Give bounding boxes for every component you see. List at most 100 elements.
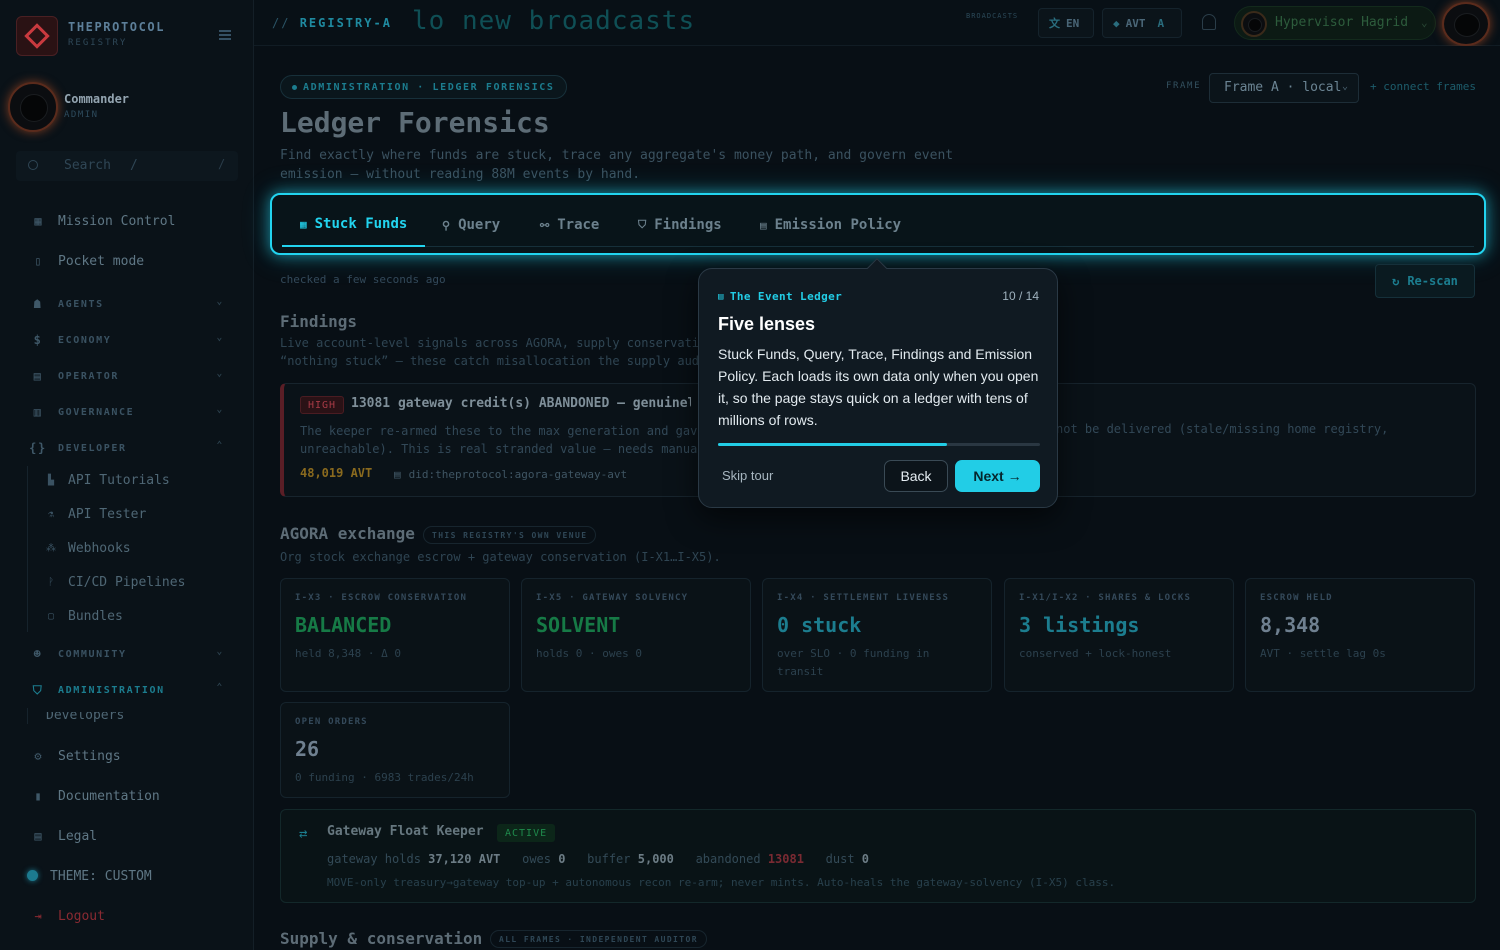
tab-bar: ▦ Stuck Funds ⚲ Query ⚯ Trace ⛉ Findings ▤ Em… — [270, 193, 1486, 255]
stat-value: 5,000 — [637, 852, 674, 866]
nav-webhooks[interactable]: ⁂ Webhooks — [46, 537, 131, 559]
avatar[interactable] — [8, 82, 58, 132]
currency-button[interactable]: ◆ AVT A — [1102, 8, 1182, 38]
metric-key: I-X4 · SETTLEMENT LIVENESS — [777, 593, 950, 603]
translate-icon: 文 — [1049, 17, 1060, 30]
nav-label: Webhooks — [68, 540, 131, 556]
user-menu[interactable]: Hypervisor Hagrid ⌄ — [1234, 6, 1436, 40]
frame-select[interactable]: Frame A · local ⌄ — [1209, 73, 1359, 103]
tab-trace[interactable]: ⚯ Trace — [522, 203, 617, 247]
rescan-button[interactable]: ↻ Re-scan — [1375, 264, 1475, 298]
metric-card: OPEN ORDERS 26 0 funding · 6983 trades/24h — [280, 702, 510, 798]
nav-pocket-mode[interactable]: ▯ Pocket mode — [16, 248, 238, 274]
collapse-sidebar-icon[interactable] — [219, 30, 231, 40]
nav-documentation[interactable]: ▮ Documentation — [16, 783, 238, 809]
nav-section-economy[interactable]: $ ECONOMY ⌄ — [16, 329, 238, 351]
tab-stuck-funds[interactable]: ▦ Stuck Funds — [282, 203, 426, 247]
building-icon: ▥ — [33, 405, 43, 419]
chevron-down-icon: ⌄ — [216, 368, 224, 379]
chevron-down-icon: ⌄ — [1341, 81, 1348, 92]
frame-select-value: Frame A · local — [1224, 80, 1342, 95]
nav-label: API Tester — [68, 506, 147, 522]
nav-mission-control[interactable]: ▦ Mission Control — [16, 208, 238, 234]
phone-icon: ▯ — [34, 254, 42, 268]
nav-api-tutorials[interactable]: ▙ API Tutorials — [46, 469, 170, 491]
tour-step-counter: 10 / 14 — [1002, 289, 1039, 303]
language-button[interactable]: 文 EN — [1038, 8, 1094, 38]
search-input[interactable]: Search / / — [16, 151, 238, 181]
nav-section-developer[interactable]: {} DEVELOPER ⌃ — [16, 437, 238, 459]
venue-badge: THIS REGISTRY'S OWN VENUE — [423, 526, 597, 544]
metric-sub: AVT · settle lag 0s — [1260, 647, 1386, 660]
theme-toggle[interactable]: THEME: CUSTOM — [36, 863, 258, 889]
logout-button[interactable]: ⇥ Logout — [16, 903, 238, 929]
brand-subtitle: REGISTRY — [68, 38, 128, 48]
server-icon: ▤ — [33, 369, 43, 383]
metric-key: I-X1/I-X2 · SHARES & LOCKS — [1019, 593, 1192, 603]
finding-did: ▤ did:theprotocol:agora-gateway-avt — [394, 468, 627, 481]
profile-avatar[interactable] — [1442, 2, 1490, 46]
nav-api-tester[interactable]: ⚗ API Tester — [46, 503, 146, 525]
sidebar: THEPROTOCOL REGISTRY Commander ADMIN Sea… — [0, 0, 254, 950]
users-icon: ☻ — [33, 647, 43, 661]
back-button[interactable]: Back — [884, 460, 948, 492]
metric-key: I-X5 · GATEWAY SOLVENCY — [536, 593, 689, 603]
keeper-stats: gateway holds 37,120 AVT owes 0 buffer 5… — [327, 852, 869, 866]
scale-icon: ▤ — [34, 829, 42, 843]
finding-amount: 48,019 AVT — [300, 466, 373, 480]
search-placeholder: Search — [64, 158, 111, 173]
metric-key: I-X3 · ESCROW CONSERVATION — [295, 593, 468, 603]
nav-label: Pocket mode — [58, 253, 145, 269]
nav-section-community[interactable]: ☻ COMMUNITY ⌄ — [16, 643, 238, 665]
nav-section-operator[interactable]: ▤ OPERATOR ⌄ — [16, 365, 238, 387]
nav-label: Settings — [58, 748, 121, 764]
chevron-up-icon: ⌃ — [216, 682, 224, 693]
user-name: Commander — [64, 92, 130, 106]
breadcrumb-registry: REGISTRY-A — [299, 16, 392, 30]
supply-badge: ALL FRAMES · INDEPENDENT AUDITOR — [490, 930, 707, 948]
nav-section-label: GOVERNANCE — [58, 406, 135, 418]
nav-section-agents[interactable]: ☗ AGENTS ⌄ — [16, 293, 238, 315]
float-keeper-card: ⇄ Gateway Float Keeper ACTIVE gateway ho… — [280, 809, 1476, 903]
nav-section-governance[interactable]: ▥ GOVERNANCE ⌄ — [16, 401, 238, 423]
metric-card: I-X4 · SETTLEMENT LIVENESS 0 stuck over SL… — [762, 578, 992, 692]
diamond-icon: ◆ — [1113, 16, 1120, 30]
broadcast-ticker[interactable]: lo new broadcasts — [412, 6, 695, 36]
shield-icon: ⛉ — [32, 682, 44, 697]
nav-label: Documentation — [58, 788, 160, 804]
stat-label: abandoned — [695, 852, 761, 866]
skip-tour-button[interactable]: Skip tour — [722, 468, 773, 483]
metric-value: SOLVENT — [536, 613, 621, 637]
nav-legal[interactable]: ▤ Legal — [16, 823, 238, 849]
severity-badge: HIGH — [300, 396, 345, 414]
tab-label: Query — [458, 217, 501, 233]
brand-title: THEPROTOCOL — [68, 20, 166, 34]
chevron-down-icon: ⌄ — [216, 404, 224, 415]
nav-settings[interactable]: ⚙ Settings — [16, 743, 238, 769]
nav-cicd-pipelines[interactable]: ᚹ CI/CD Pipelines — [46, 571, 185, 593]
next-button[interactable]: Next → — [955, 460, 1040, 492]
metric-card: ESCROW HELD 8,348 AVT · settle lag 0s — [1245, 578, 1475, 692]
tab-findings[interactable]: ⛉ Findings — [620, 203, 740, 247]
frame-label: FRAME — [1166, 81, 1202, 91]
connect-frames-link[interactable]: + connect frames — [1370, 80, 1476, 93]
nav-developers-partial[interactable]: Developers — [46, 712, 124, 722]
agora-heading: AGORA exchange — [280, 524, 415, 543]
bell-icon[interactable] — [1202, 14, 1216, 30]
package-icon: ▢ — [47, 610, 55, 622]
metric-sub: over SLO · 0 funding in transit — [777, 647, 930, 678]
tab-emission-policy[interactable]: ▤ Emission Policy — [742, 203, 919, 247]
metric-key: ESCROW HELD — [1260, 593, 1333, 603]
supply-heading: Supply & conservation — [280, 929, 483, 948]
brand-logo[interactable] — [16, 16, 58, 56]
id-icon: ▤ — [394, 468, 401, 481]
currency-suffix: A — [1157, 16, 1165, 30]
search-icon: ⚲ — [442, 218, 451, 232]
nav-label: CI/CD Pipelines — [68, 574, 186, 590]
chevron-down-icon: ⌄ — [216, 296, 224, 307]
tab-label: Stuck Funds — [314, 216, 408, 232]
nav-bundles[interactable]: ▢ Bundles — [46, 605, 123, 627]
nav-section-administration[interactable]: ⛉ ADMINISTRATION ⌃ — [16, 679, 238, 701]
tab-query[interactable]: ⚲ Query — [424, 203, 518, 247]
stat-value: 0 — [558, 852, 566, 866]
